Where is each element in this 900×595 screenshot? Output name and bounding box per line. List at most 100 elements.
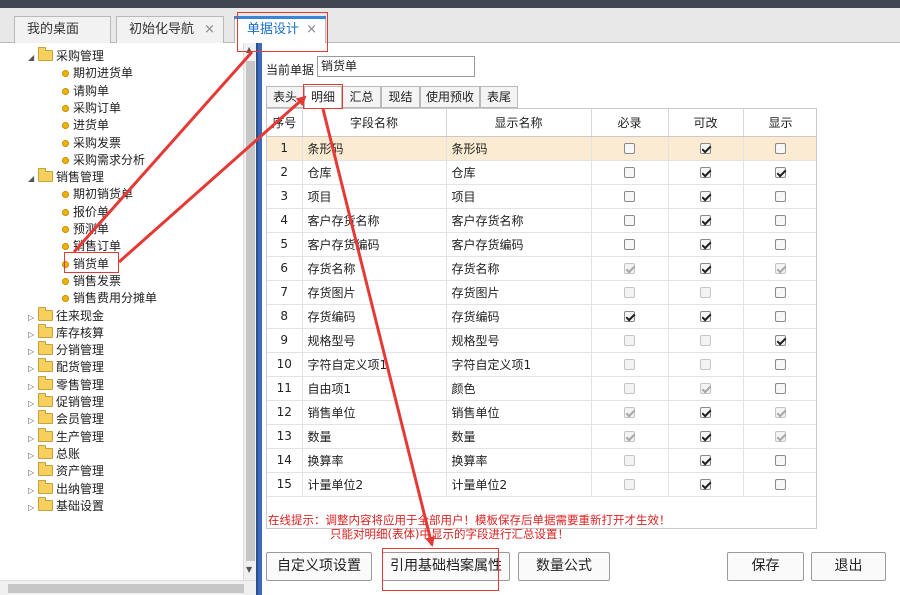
- table-row[interactable]: 14 换算率 换算率: [267, 448, 816, 473]
- editable-checkbox[interactable]: [700, 431, 711, 442]
- table-row[interactable]: 10 字符自定义项1 字符自定义项1: [267, 352, 816, 377]
- cell-display-name[interactable]: 数量: [446, 424, 592, 449]
- tab-my-desktop[interactable]: 我的桌面: [14, 16, 111, 44]
- table-row[interactable]: 1 条形码 条形码: [267, 136, 816, 161]
- cell-display-name[interactable]: 销售单位: [446, 400, 592, 425]
- cell-display-name[interactable]: 项目: [446, 184, 592, 209]
- tree-item[interactable]: 采购发票: [62, 135, 121, 152]
- caret-right-icon[interactable]: ▷: [28, 360, 38, 377]
- tree-item[interactable]: 销货单: [62, 256, 109, 273]
- tree-item[interactable]: 预测单: [62, 221, 109, 238]
- caret-right-icon[interactable]: ▷: [28, 447, 38, 464]
- caret-right-icon[interactable]: ▷: [28, 430, 38, 447]
- tree-item[interactable]: 销售费用分摊单: [62, 290, 157, 307]
- col-header-editable[interactable]: 可改: [668, 109, 744, 137]
- visible-checkbox[interactable]: [775, 287, 786, 298]
- table-row[interactable]: 11 自由项1 颜色: [267, 376, 816, 401]
- current-doc-field[interactable]: 销货单: [317, 56, 475, 77]
- editable-checkbox[interactable]: [700, 407, 711, 418]
- editable-checkbox[interactable]: [700, 479, 711, 490]
- caret-down-icon[interactable]: ◢: [28, 170, 38, 187]
- tree-item[interactable]: 报价单: [62, 204, 109, 221]
- tree-item[interactable]: 采购需求分析: [62, 152, 145, 169]
- subtab[interactable]: 现结: [381, 86, 420, 108]
- editable-checkbox[interactable]: [700, 215, 711, 226]
- tree-folder[interactable]: ▷ 生产管理: [28, 427, 104, 447]
- visible-checkbox[interactable]: [775, 335, 786, 346]
- cell-display-name[interactable]: 存货编码: [446, 304, 592, 329]
- cell-display-name[interactable]: 计量单位2: [446, 472, 592, 497]
- table-row[interactable]: 6 存货名称 存货名称: [267, 256, 816, 281]
- scroll-thumb[interactable]: [8, 584, 244, 593]
- required-checkbox[interactable]: [624, 143, 635, 154]
- caret-right-icon[interactable]: ▷: [28, 343, 38, 360]
- cell-display-name[interactable]: 客户存货名称: [446, 208, 592, 233]
- exit-button[interactable]: 退出: [811, 552, 886, 581]
- required-checkbox[interactable]: [624, 191, 635, 202]
- tree-folder[interactable]: ▷ 往来现金: [28, 306, 104, 326]
- cell-display-name[interactable]: 存货图片: [446, 280, 592, 305]
- tree-item[interactable]: 期初销货单: [62, 186, 133, 203]
- scroll-down-icon[interactable]: ▼: [246, 565, 252, 574]
- tree-folder[interactable]: ▷ 分销管理: [28, 341, 104, 360]
- tree-folder[interactable]: ▷ 会员管理: [28, 410, 104, 429]
- tree-folder[interactable]: ▷ 基础设置: [28, 496, 104, 516]
- tree-folder[interactable]: ◢ 销售管理: [28, 168, 104, 187]
- editable-checkbox[interactable]: [700, 239, 711, 250]
- caret-right-icon[interactable]: ▷: [28, 309, 38, 326]
- caret-right-icon[interactable]: ▷: [28, 412, 38, 429]
- tree-folder[interactable]: ▷ 库存核算: [28, 323, 104, 342]
- table-row[interactable]: 3 项目 项目: [267, 184, 816, 209]
- table-row[interactable]: 4 客户存货名称 客户存货名称: [267, 208, 816, 233]
- col-header-visible[interactable]: 显示: [743, 109, 816, 137]
- visible-checkbox[interactable]: [775, 167, 786, 178]
- visible-checkbox[interactable]: [775, 479, 786, 490]
- tree-vertical-scrollbar[interactable]: ▲ ▼: [243, 43, 256, 580]
- col-header-field[interactable]: 字段名称: [302, 109, 447, 137]
- cell-display-name[interactable]: 仓库: [446, 160, 592, 185]
- caret-right-icon[interactable]: ▷: [28, 482, 38, 499]
- col-header-display[interactable]: 显示名称: [446, 109, 592, 137]
- visible-checkbox[interactable]: [775, 143, 786, 154]
- tree-item[interactable]: 销售发票: [62, 273, 121, 290]
- table-row[interactable]: 12 销售单位 销售单位: [267, 400, 816, 425]
- editable-checkbox[interactable]: [700, 191, 711, 202]
- cell-display-name[interactable]: 字符自定义项1: [446, 352, 592, 377]
- visible-checkbox[interactable]: [775, 239, 786, 250]
- caret-down-icon[interactable]: ◢: [28, 49, 38, 66]
- tree-item[interactable]: 期初进货单: [62, 65, 133, 82]
- visible-checkbox[interactable]: [775, 191, 786, 202]
- visible-checkbox[interactable]: [775, 359, 786, 370]
- subtab[interactable]: 明细: [304, 86, 342, 109]
- tree-item[interactable]: 进货单: [62, 117, 109, 134]
- caret-right-icon[interactable]: ▷: [28, 378, 38, 395]
- table-row[interactable]: 7 存货图片 存货图片: [267, 280, 816, 305]
- tree-folder[interactable]: ▷ 零售管理: [28, 375, 104, 395]
- editable-checkbox[interactable]: [700, 455, 711, 466]
- required-checkbox[interactable]: [624, 239, 635, 250]
- close-icon[interactable]: ×: [204, 17, 215, 43]
- tree-folder[interactable]: ▷ 促销管理: [28, 393, 104, 411]
- subtab[interactable]: 使用预收: [420, 86, 480, 108]
- tree-folder[interactable]: ▷ 出纳管理: [28, 479, 104, 499]
- visible-checkbox[interactable]: [775, 455, 786, 466]
- tree-folder[interactable]: ▷ 总账: [28, 444, 80, 464]
- cell-display-name[interactable]: 客户存货编码: [446, 232, 592, 257]
- table-row[interactable]: 8 存货编码 存货编码: [267, 304, 816, 329]
- col-header-no[interactable]: 序号: [267, 109, 303, 137]
- visible-checkbox[interactable]: [775, 383, 786, 394]
- required-checkbox[interactable]: [624, 215, 635, 226]
- visible-checkbox[interactable]: [775, 311, 786, 322]
- close-icon[interactable]: ×: [306, 17, 317, 43]
- cell-display-name[interactable]: 条形码: [446, 136, 592, 161]
- scroll-thumb[interactable]: [246, 61, 255, 561]
- save-button[interactable]: 保存: [727, 552, 804, 581]
- tree-item[interactable]: 销售订单: [62, 238, 121, 255]
- visible-checkbox[interactable]: [775, 215, 786, 226]
- editable-checkbox[interactable]: [700, 263, 711, 274]
- table-row[interactable]: 2 仓库 仓库: [267, 160, 816, 185]
- caret-right-icon[interactable]: ▷: [28, 499, 38, 516]
- tab-doc-design[interactable]: 单据设计 ×: [234, 16, 326, 45]
- tree-item[interactable]: 采购订单: [62, 100, 121, 117]
- subtab[interactable]: 表尾: [480, 86, 518, 108]
